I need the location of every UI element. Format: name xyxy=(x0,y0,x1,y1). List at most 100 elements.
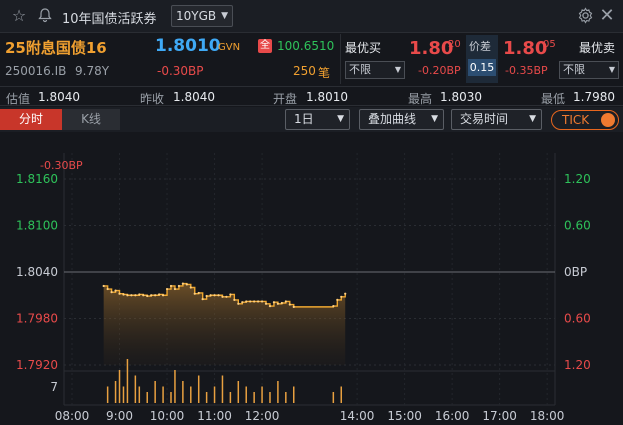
volume-bar xyxy=(134,375,137,403)
y-tick-label-left: 1.8160 xyxy=(16,172,58,186)
price-point xyxy=(288,303,291,306)
price-point xyxy=(197,291,200,295)
best-buy-price: 1.80 xyxy=(409,38,454,59)
price-point xyxy=(185,283,188,286)
buy-limit-select[interactable]: 不限 ▼ xyxy=(345,61,405,79)
open-label: 开盘 xyxy=(273,92,298,106)
gear-icon[interactable] xyxy=(576,7,594,25)
price-point xyxy=(249,300,252,303)
period-select[interactable]: 1日 ▼ xyxy=(285,109,350,130)
price-point xyxy=(260,300,264,303)
price-point xyxy=(213,294,216,297)
divider xyxy=(340,34,341,84)
tick-label: TICK xyxy=(562,113,590,127)
window-title: 10年国债活跃券 xyxy=(62,12,157,27)
prev-close-label: 昨收 xyxy=(140,92,165,106)
price-point xyxy=(193,292,196,295)
spread-value: 0.15 xyxy=(468,59,496,76)
x-tick-label: 08:00 xyxy=(55,409,90,423)
price-point xyxy=(284,300,287,303)
price-point xyxy=(161,294,165,297)
price-point xyxy=(209,294,212,297)
price-point xyxy=(225,295,228,298)
volume-bar xyxy=(197,375,200,403)
price-point xyxy=(201,298,204,301)
open-value: 1.8010 xyxy=(306,90,348,104)
axis-labels: 1.8160 1.20 1.8100 0.60 1.8040 0BP 1.7980 0.60 1… xyxy=(16,159,591,423)
x-tick-label: 16:00 xyxy=(435,409,470,423)
title-bar: ☆ 10年国债活跃券 10YGB ▼ ✕ xyxy=(0,0,623,33)
volume-bar xyxy=(162,386,164,403)
x-tick-label: 17:00 xyxy=(482,409,517,423)
volume-bar xyxy=(340,386,343,403)
chevron-down-icon: ▼ xyxy=(431,114,438,124)
chart-grid xyxy=(63,153,556,406)
best-sell-label: 最优卖 xyxy=(579,41,616,55)
price-point xyxy=(336,298,339,301)
best-buy-change: -0.20BP xyxy=(418,64,461,77)
chart-toolbar: 分时 K线 1日 ▼ 叠加曲线 ▼ 交易时间 ▼ xyxy=(0,107,623,132)
price-point xyxy=(106,287,109,291)
price-point xyxy=(217,294,220,297)
volume-bar xyxy=(146,392,148,403)
price-point xyxy=(130,294,133,297)
x-tick-label: 11:00 xyxy=(197,409,232,423)
price-point xyxy=(253,300,256,303)
overlay-select[interactable]: 叠加曲线 ▼ xyxy=(359,109,444,130)
volume-bar xyxy=(126,359,129,403)
price-point xyxy=(280,301,283,305)
intraday-chart[interactable]: 1.8160 1.20 1.8100 0.60 1.8040 0BP 1.7980 0.60 1… xyxy=(0,133,623,425)
chevron-down-icon: ▼ xyxy=(394,65,401,74)
price-point xyxy=(340,295,343,298)
volume-bar xyxy=(106,386,109,403)
price-point xyxy=(292,305,295,308)
volume-bar xyxy=(170,392,172,403)
bond-selector[interactable]: 10YGB ▼ xyxy=(171,5,233,27)
price-point xyxy=(229,293,232,296)
price-point xyxy=(173,287,177,291)
star-icon[interactable]: ☆ xyxy=(10,7,28,25)
y-tick-label-right: 1.20 xyxy=(564,172,591,186)
close-icon[interactable]: ✕ xyxy=(598,7,616,25)
trade-time-select[interactable]: 交易时间 ▼ xyxy=(451,109,542,130)
bell-icon[interactable] xyxy=(36,7,54,25)
price-point xyxy=(110,291,113,294)
y-tick-label-left: 1.7920 xyxy=(16,358,58,372)
volume-bar xyxy=(277,381,279,403)
price-point xyxy=(118,292,121,295)
volume-bar xyxy=(114,381,117,403)
price-point xyxy=(158,293,161,296)
volume-bar xyxy=(261,386,263,403)
tick-toggle[interactable]: TICK xyxy=(551,110,619,130)
price-point xyxy=(272,301,276,304)
bond-code: 250016.IB xyxy=(5,64,67,78)
spread-label: 价差 xyxy=(469,40,491,53)
y-tick-label-left: 1.8100 xyxy=(16,219,58,233)
tab-intraday[interactable]: 分时 xyxy=(0,109,62,130)
price-point xyxy=(233,298,236,301)
volume-bars xyxy=(106,359,343,403)
volume-bar xyxy=(269,392,271,403)
volume-bar xyxy=(182,381,184,403)
price-type: GVN xyxy=(218,42,241,53)
tab-kline[interactable]: K线 xyxy=(62,109,120,130)
volume-tick-label: 7 xyxy=(50,380,58,394)
y-tick-label-right: 0.60 xyxy=(564,219,591,233)
sell-limit-select[interactable]: 不限 ▼ xyxy=(559,61,619,79)
price-point xyxy=(268,305,272,308)
buy-limit-value: 不限 xyxy=(349,63,371,76)
estimate-label: 估值 xyxy=(6,92,31,106)
price-point xyxy=(102,284,105,288)
x-tick-label: 14:00 xyxy=(340,409,375,423)
volume-bar xyxy=(221,375,224,403)
trade-time-value: 交易时间 xyxy=(460,112,509,126)
last-price: 1.8010 xyxy=(155,36,221,56)
price-point xyxy=(237,302,240,305)
price-point xyxy=(181,282,184,285)
bond-tenor: 9.78Y xyxy=(75,64,110,78)
volume-bar xyxy=(174,370,176,403)
price-point xyxy=(134,294,137,297)
price-point xyxy=(276,302,280,305)
price-point xyxy=(142,294,145,297)
bond-selector-value: 10YGB xyxy=(176,9,217,23)
